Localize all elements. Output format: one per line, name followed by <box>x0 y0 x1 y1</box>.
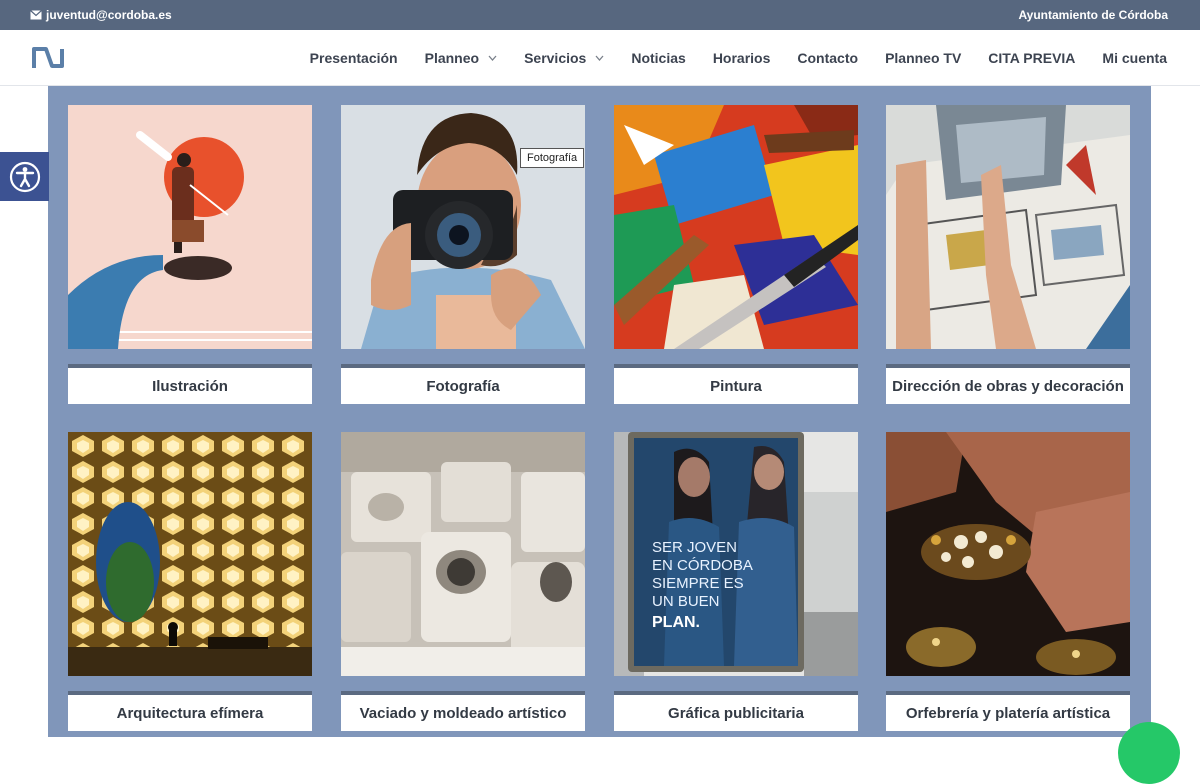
email-link[interactable]: juventud@cordoba.es <box>30 8 172 22</box>
painting-image[interactable] <box>614 105 858 349</box>
nav-presentacion[interactable]: Presentación <box>310 50 398 66</box>
nav-servicios[interactable]: Servicios <box>524 50 604 66</box>
photography-image[interactable] <box>341 105 585 349</box>
chat-button[interactable] <box>1118 722 1180 784</box>
main-nav: Presentación Planneo Servicios Noticias … <box>310 30 1167 86</box>
email-text: juventud@cordoba.es <box>46 8 172 22</box>
illustration-image[interactable] <box>68 105 312 349</box>
nav-contacto[interactable]: Contacto <box>797 50 858 66</box>
image-tooltip: Fotografía <box>520 148 585 168</box>
poster-line-3: SIEMPRE ES <box>652 575 744 592</box>
chevron-down-icon <box>595 55 604 61</box>
poster-line-1: SER JOVEN <box>652 539 737 556</box>
ephemeral-architecture-image[interactable] <box>68 432 312 676</box>
poster-line-2: EN CÓRDOBA <box>652 557 753 574</box>
nav-planneo-tv[interactable]: Planneo TV <box>885 50 961 66</box>
nav-horarios[interactable]: Horarios <box>713 50 771 66</box>
service-caption[interactable]: Vaciado y moldeado artístico <box>341 691 585 731</box>
top-bar: juventud@cordoba.es Ayuntamiento de Córd… <box>0 0 1200 30</box>
architecture-plans-image[interactable] <box>886 105 1130 349</box>
advertising-poster-image[interactable]: SER JOVEN EN CÓRDOBA SIEMPRE ES UN BUEN … <box>614 432 858 676</box>
service-caption[interactable]: Dirección de obras y decoración <box>886 364 1130 404</box>
poster-line-4: UN BUEN <box>652 593 720 610</box>
mail-icon <box>30 10 42 20</box>
accessibility-icon <box>9 161 40 192</box>
nav-noticias[interactable]: Noticias <box>631 50 685 66</box>
service-caption[interactable]: Fotografía <box>341 364 585 404</box>
service-caption[interactable]: Arquitectura efímera <box>68 691 312 731</box>
service-caption[interactable]: Ilustración <box>68 364 312 404</box>
poster-line-5: PLAN. <box>652 614 700 631</box>
services-panel: Ilustración Fotografía Pintura Dirección… <box>48 86 1151 737</box>
service-caption[interactable]: Gráfica publicitaria <box>614 691 858 731</box>
nav-mi-cuenta[interactable]: Mi cuenta <box>1102 50 1167 66</box>
nav-cita-previa[interactable]: CITA PREVIA <box>988 50 1075 66</box>
accessibility-button[interactable] <box>0 152 49 201</box>
chevron-down-icon <box>488 55 497 61</box>
site-header: Presentación Planneo Servicios Noticias … <box>0 30 1200 86</box>
service-caption[interactable]: Pintura <box>614 364 858 404</box>
nav-planneo[interactable]: Planneo <box>425 50 497 66</box>
planneo-logo-icon[interactable] <box>31 45 65 71</box>
jewelry-image[interactable] <box>886 432 1130 676</box>
molds-image[interactable] <box>341 432 585 676</box>
city-hall-link[interactable]: Ayuntamiento de Córdoba <box>1018 8 1168 22</box>
service-caption[interactable]: Orfebrería y platería artística <box>886 691 1130 731</box>
